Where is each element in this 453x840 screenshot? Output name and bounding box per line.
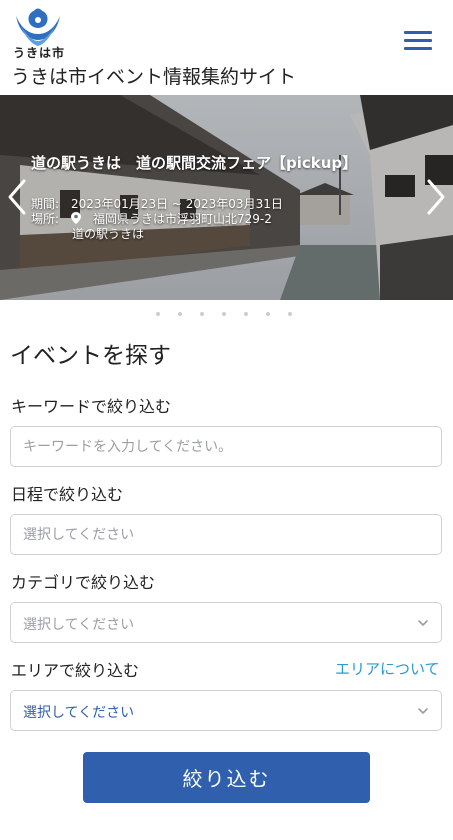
chevron-right-icon[interactable] <box>423 177 449 217</box>
hamburger-menu-icon[interactable] <box>404 28 436 52</box>
hero-event-title[interactable]: 道の駅うきは 道の駅間交流フェア【pickup】 <box>31 152 357 173</box>
date-input[interactable] <box>11 515 441 554</box>
pagination-dot[interactable] <box>156 312 160 316</box>
city-logo-mark <box>16 8 60 46</box>
period-row: 期間: 2023年01月23日 ~ 2023年03月31日 <box>31 197 283 212</box>
menu-bar <box>404 39 432 42</box>
menu-bar <box>404 31 432 34</box>
date-field[interactable] <box>10 514 442 555</box>
period-value: 2023年01月23日 ~ 2023年03月31日 <box>71 197 283 211</box>
map-pin-icon <box>71 212 81 224</box>
pagination-dot[interactable] <box>288 312 292 316</box>
pagination-dot[interactable] <box>200 312 204 316</box>
logo-text: うきは市 <box>13 46 66 60</box>
category-select[interactable]: 選択してください <box>10 602 442 643</box>
search-section-title: イベントを探す <box>10 343 171 369</box>
pagination-dot[interactable] <box>178 312 182 316</box>
chevron-left-icon[interactable] <box>4 177 30 217</box>
place-label: 場所: <box>31 212 60 226</box>
site-title: うきは市イベント情報集約サイト <box>11 66 297 88</box>
category-select-value: 選択してください <box>23 617 135 633</box>
keyword-label: キーワードで絞り込む <box>11 397 172 416</box>
place-row: 場所: 福岡県うきは市浮羽町山北729-2 <box>31 212 283 227</box>
period-label: 期間: <box>31 197 60 211</box>
slider-pagination <box>0 312 453 320</box>
chevron-down-icon <box>418 708 428 714</box>
area-select-value: 選択してください <box>23 705 135 721</box>
hero-event-info: 期間: 2023年01月23日 ~ 2023年03月31日 場所: 福岡県うきは市浮… <box>31 197 283 242</box>
date-label: 日程で絞り込む <box>11 485 124 504</box>
area-select[interactable]: 選択してください <box>10 690 442 731</box>
venue-name: 道の駅うきは <box>72 227 145 241</box>
pagination-dot[interactable] <box>222 312 226 316</box>
area-label: エリアで絞り込む <box>11 661 140 680</box>
keyword-field[interactable] <box>10 426 442 467</box>
site-header: うきは市 うきは市イベント情報集約サイト <box>0 0 453 93</box>
pagination-dot[interactable] <box>266 312 270 316</box>
address-value: 福岡県うきは市浮羽町山北729-2 <box>93 212 272 226</box>
pagination-dot[interactable] <box>244 312 248 316</box>
category-label: カテゴリで絞り込む <box>11 573 156 592</box>
chevron-down-icon <box>418 620 428 626</box>
about-area-link[interactable]: エリアについて <box>335 658 440 679</box>
keyword-input[interactable] <box>11 427 441 466</box>
menu-bar <box>404 47 432 50</box>
filter-submit-button[interactable]: 絞り込む <box>83 752 370 803</box>
hero-slider[interactable]: 道の駅うきは 道の駅間交流フェア【pickup】 期間: 2023年01月23日 … <box>0 95 453 300</box>
